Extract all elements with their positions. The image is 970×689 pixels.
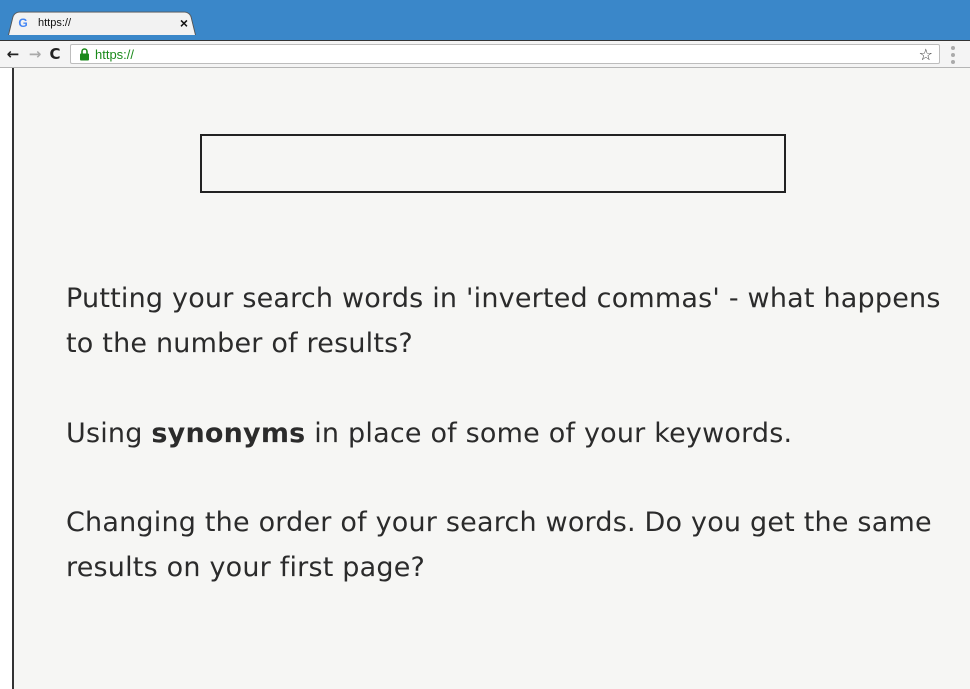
title-box — [200, 134, 786, 193]
back-button[interactable]: ← — [4, 44, 22, 64]
paragraph-synonyms: Using synonyms in place of some of your … — [66, 411, 946, 456]
paragraph-word-order: Changing the order of your search words.… — [66, 507, 932, 583]
google-g-icon: G — [18, 16, 28, 30]
paragraph-synonyms-pre: Using — [66, 418, 152, 449]
browser-toolbar: ← → C https:// ☆ — [0, 40, 970, 68]
address-bar[interactable]: https:// ☆ — [70, 44, 940, 64]
url-text[interactable]: https:// — [95, 47, 134, 62]
browser-menu-icon[interactable] — [948, 46, 958, 64]
forward-button[interactable]: → — [26, 44, 44, 64]
synonyms-bold-word: synonyms — [151, 418, 306, 449]
lock-icon — [77, 47, 91, 61]
tab-title: https:// — [38, 17, 72, 29]
page-content: Putting your search words in 'inverted c… — [12, 68, 970, 689]
tab-close-button[interactable]: × — [176, 15, 192, 31]
paragraph-synonyms-post: in place of some of your keywords. — [305, 418, 793, 449]
bookmark-star-icon[interactable]: ☆ — [919, 45, 933, 64]
browser-tab-content[interactable]: G https:// × — [16, 13, 192, 33]
reload-button[interactable]: C — [46, 44, 64, 64]
browser-window: G https:// × ← → C https:// ☆ Putting yo… — [0, 0, 970, 689]
paragraph-inverted-commas: Putting your search words in 'inverted c… — [66, 283, 941, 359]
